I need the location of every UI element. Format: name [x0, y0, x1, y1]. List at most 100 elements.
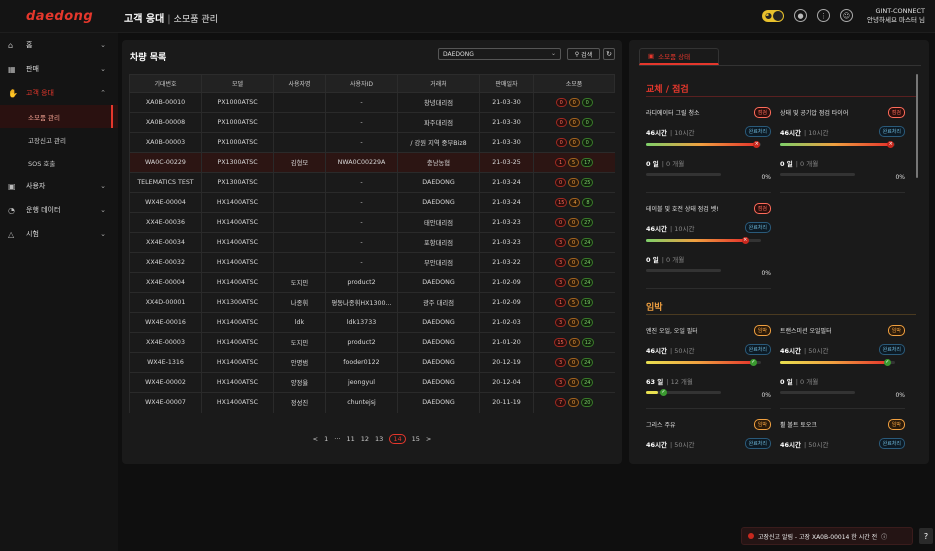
complete-button[interactable]: 완료처리	[744, 126, 771, 137]
table-row[interactable]: XX4E-00004 HX1400ATSC 도지민 product2 DAEDONG 21…	[129, 272, 615, 293]
table-row[interactable]: WX4E-1316 HX1400ATSC 안명범 fooder0122 DAEDONG 2…	[129, 352, 615, 373]
table-cell-user: 나종휘	[273, 292, 326, 313]
complete-button[interactable]: 완료처리	[744, 222, 771, 233]
table-row[interactable]: WX4E-00007 HX1400ATSC 정성진 chuntejsj DAEDONG 2…	[129, 392, 615, 413]
sidebar-item-customer-service[interactable]: ✋ 고객 응대 ⌃	[0, 81, 118, 105]
tab-consumables-status[interactable]: ▣ 소모품 상태	[639, 48, 719, 65]
table-row[interactable]: WX4E-00004 HX1400ATSC - DAEDONG 21-03-24 15 4 8	[129, 192, 615, 213]
sidebar-item-sales[interactable]: ▦ 판매 ⌄	[0, 57, 118, 81]
brand-logo[interactable]: daedong	[26, 9, 93, 24]
consumable-count-badge: 0	[568, 358, 580, 367]
sidebar-sub-consumables[interactable]: 소모품 관리	[0, 105, 118, 128]
notification-bell-icon[interactable]: ●	[794, 9, 807, 22]
status-badge: 임박	[753, 419, 771, 430]
card-divider	[780, 192, 905, 193]
table-cell-id: WX4E-1316	[129, 352, 202, 373]
page-button[interactable]: 1	[324, 435, 328, 443]
table-row[interactable]: XX4E-00034 HX1400ATSC - 포항대리점 21-03-23 3 0 24	[129, 232, 615, 253]
hours-total: | 50시간	[804, 441, 829, 449]
page-button[interactable]: 14	[389, 434, 406, 444]
help-button[interactable]: ?	[919, 528, 933, 544]
user-info[interactable]: GINT-CONNECT 안녕하세요 마스터 님	[867, 7, 925, 25]
sidebar-item-home[interactable]: ⌂ 홈 ⌄	[0, 33, 118, 57]
card-divider	[780, 408, 905, 409]
sidebar-item-test[interactable]: △ 시험 ⌄	[0, 222, 118, 246]
vehicle-list-title: 차량 목록	[130, 53, 167, 63]
complete-button[interactable]: 완료처리	[878, 438, 905, 449]
page-button[interactable]: 13	[375, 435, 383, 443]
page-title: 고객 응대 | 소모품 관리	[124, 10, 218, 25]
table-cell-id: WA0C-00229	[129, 152, 202, 173]
sidebar-item-label: 사용자	[26, 182, 46, 190]
card-divider	[646, 192, 771, 193]
table-row[interactable]: WX4E-00016 HX1400ATSC ldk ldk13733 DAEDONG 21…	[129, 312, 615, 333]
next-page-button[interactable]: >	[426, 435, 431, 443]
days-percent: 0%	[761, 392, 771, 399]
hours-value: 46시간	[646, 347, 668, 355]
table-row[interactable]: WA0C-00229 PX1300ATSC 김형모 NWA0C00229A 충남농협 21…	[129, 152, 615, 173]
top-bar: daedong 고객 응대 | 소모품 관리 ◕ ● ⋮ ☺ GINT-CONNEC…	[0, 0, 935, 33]
table-row[interactable]: XX4E-00032 HX1400ATSC - 부안대리점 21-03-22 3 0 24	[129, 252, 615, 273]
search-button[interactable]: ⚲ 검색	[567, 48, 600, 60]
table-row[interactable]: XX4D-00001 HX1300ATSC 나종휘 평동나종휘HX1300... 광주 …	[129, 292, 615, 313]
table-cell-uid: NWA0C00229A	[325, 152, 398, 173]
table-cell-id: XX4D-00001	[129, 292, 202, 313]
user-profile-icon[interactable]: ☺	[840, 9, 853, 22]
complete-button[interactable]: 완료처리	[744, 438, 771, 449]
vehicle-table: 기대번호 모델 사용자명 사용자ID 거래처 판매일자 소모품 XA0B-00010 PX10…	[129, 74, 615, 413]
complete-button[interactable]: 완료처리	[878, 126, 905, 137]
sidebar-item-users[interactable]: ▣ 사용자 ⌄	[0, 174, 118, 198]
hours-total-value: 50시간	[674, 441, 695, 449]
table-row[interactable]: XA0B-00003 PX1000ATSC - / 강원 지역 중부Biz8 21-03…	[129, 132, 615, 153]
table-cell-consumables: 1 5 19	[533, 292, 615, 313]
table-cell-date: 21-03-22	[479, 252, 534, 273]
table-row[interactable]: XX4E-00036 HX1400ATSC - 태안대리점 21-03-23 0 0 27	[129, 212, 615, 233]
hand-icon: ✋	[8, 88, 18, 98]
theme-toggle[interactable]: ◕	[762, 9, 784, 22]
consumable-count-badge: 27	[581, 218, 594, 227]
days-progress-bar	[780, 391, 855, 394]
consumable-count-badge: 24	[581, 238, 594, 247]
table-row[interactable]: WX4E-00002 HX1400ATSC 양정율 jeongyul DAEDONG 20…	[129, 372, 615, 393]
table-row[interactable]: TELEMATICS TEST PX1300ATSC - DAEDONG 21-03-2…	[129, 172, 615, 193]
tab-underline	[639, 65, 921, 66]
refresh-icon: ↻	[606, 50, 612, 58]
table-cell-dealer: DAEDONG	[397, 272, 480, 293]
hours-progress-bar	[646, 361, 761, 364]
sidebar-sub-sos-calls[interactable]: SOS 호출	[0, 151, 118, 174]
toggle-knob	[773, 10, 783, 21]
table-row[interactable]: XX4E-00003 HX1400ATSC 도지민 product2 DAEDONG 21…	[129, 332, 615, 353]
table-cell-id: XX4E-00004	[129, 272, 202, 293]
home-icon: ⌂	[8, 40, 14, 50]
consumable-card: 라디에이터 그릴 청소 점검 46시간 | 10시간 완료처리 × 0 일 | 0 개월 0%	[646, 107, 771, 181]
page-button[interactable]: 12	[361, 435, 369, 443]
hours-value: 46시간	[780, 129, 802, 137]
grid-menu-icon[interactable]: ⋮	[817, 9, 830, 22]
consumable-count-badge: 0	[568, 278, 580, 287]
scrollbar[interactable]	[916, 74, 918, 178]
table-row[interactable]: XA0B-00008 PX1000ATSC - 파주대리점 21-03-30 0 0 0	[129, 112, 615, 133]
dealer-select[interactable]: DAEDONG ⌄	[438, 48, 561, 60]
page-button[interactable]: 15	[412, 435, 420, 443]
refresh-button[interactable]: ↻	[603, 48, 615, 60]
sidebar-item-driving-data[interactable]: ◔ 운행 데이터 ⌄	[0, 198, 118, 222]
failure-alert-toast[interactable]: 고장신고 알림 - 고장 XA0B-00014 한 시간 전 ⓘ	[741, 527, 913, 545]
table-cell-uid: -	[325, 112, 398, 133]
hours-total: | 50시간	[804, 347, 829, 355]
table-cell-dealer: 창녕대리점	[397, 92, 480, 113]
complete-button[interactable]: 완료처리	[878, 344, 905, 355]
table-cell-date: 20-12-04	[479, 372, 534, 393]
days-total: | 0 개월	[661, 256, 685, 264]
consumable-count-badge: 0	[555, 98, 567, 107]
table-row[interactable]: XA0B-00010 PX1000ATSC - 창녕대리점 21-03-30 0 0 0	[129, 92, 615, 113]
sidebar-sub-failure-reports[interactable]: 고장신고 관리	[0, 128, 118, 151]
table-cell-date: 21-03-24	[479, 192, 534, 213]
prev-page-button[interactable]: <	[313, 435, 318, 443]
sidebar: ⌂ 홈 ⌄ ▦ 판매 ⌄ ✋ 고객 응대 ⌃ 소모품 관리 고장신고 관리 SOS 호출 ▣…	[0, 33, 118, 551]
complete-button[interactable]: 완료처리	[744, 344, 771, 355]
table-cell-dealer: DAEDONG	[397, 392, 480, 413]
days-total-value: 12 개월	[670, 378, 693, 386]
page-button[interactable]: 11	[346, 435, 354, 443]
consumable-count-badge: 12	[581, 338, 595, 347]
hours-total-value: 50시간	[674, 347, 695, 355]
